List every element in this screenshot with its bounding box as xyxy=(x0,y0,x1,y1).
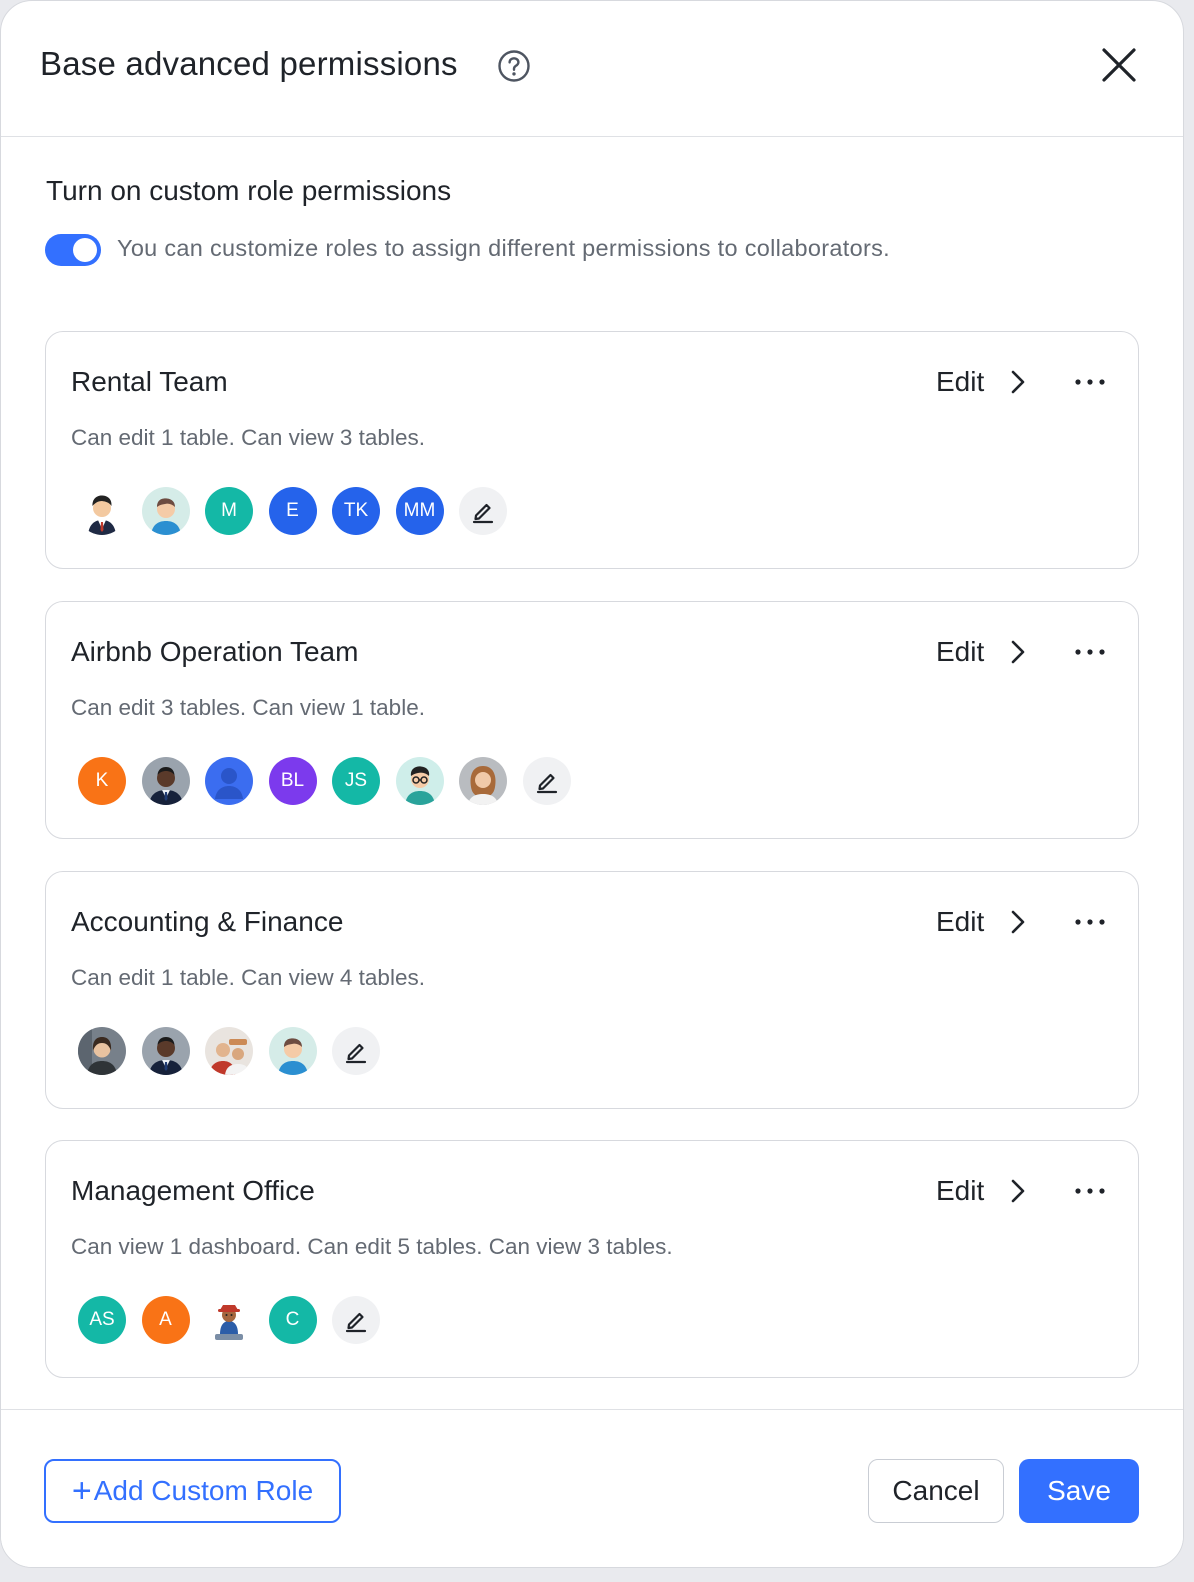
chevron-right-icon xyxy=(998,369,1026,395)
custom-role-section-title: Turn on custom role permissions xyxy=(46,175,452,206)
edit-role-button[interactable]: Edit xyxy=(936,634,1026,670)
woman-office-photo-avatar[interactable] xyxy=(78,1027,126,1075)
toggle-knob xyxy=(73,238,97,262)
plus-icon: + xyxy=(71,1472,92,1510)
add-custom-role-button[interactable]: + Add Custom Role xyxy=(44,1459,341,1523)
dialog-title: Base advanced permissions xyxy=(40,45,458,82)
role-description: Can edit 3 tables. Can view 1 table. xyxy=(71,695,425,720)
help-circle-icon[interactable] xyxy=(497,49,531,83)
permissions-dialog: Base advanced permissions Turn on custom… xyxy=(0,0,1184,1568)
chevron-right-icon xyxy=(998,1178,1026,1204)
edit-role-label: Edit xyxy=(936,906,985,937)
more-options-icon[interactable] xyxy=(1072,638,1108,666)
add-custom-role-label: Add Custom Role xyxy=(93,1475,314,1506)
member-initials-avatar[interactable]: A xyxy=(141,1296,190,1344)
chevron-right-icon xyxy=(998,639,1026,665)
save-button[interactable]: Save xyxy=(1019,1459,1139,1523)
cancel-button[interactable]: Cancel xyxy=(868,1459,1004,1523)
role-name: Accounting & Finance xyxy=(71,906,344,937)
edit-role-button[interactable]: Edit xyxy=(936,364,1026,400)
people-photo-avatar[interactable] xyxy=(205,1027,253,1075)
member-initials-avatar[interactable]: JS xyxy=(332,757,380,805)
member-avatars xyxy=(78,1027,396,1075)
bear-figure-avatar[interactable] xyxy=(205,1296,253,1344)
edit-members-pencil-icon[interactable] xyxy=(522,757,571,805)
member-initials-avatar[interactable]: AS xyxy=(78,1296,126,1344)
edit-members-pencil-icon[interactable] xyxy=(459,487,507,535)
role-name: Management Office xyxy=(71,1175,315,1206)
member-initials-avatar[interactable]: MM xyxy=(395,487,444,535)
default-user-avatar[interactable] xyxy=(205,757,253,805)
role-card: Rental Team Edit Can edit 1 table. Can vie… xyxy=(45,331,1139,569)
edit-role-label: Edit xyxy=(936,366,985,397)
member-avatars: M E TK MM xyxy=(78,487,523,535)
edit-role-label: Edit xyxy=(936,636,985,667)
role-description: Can edit 1 table. Can view 4 tables. xyxy=(71,965,425,990)
role-card: Accounting & Finance Edit Can edit 1 table… xyxy=(45,871,1139,1109)
edit-role-label: Edit xyxy=(936,1175,985,1206)
member-initials-avatar[interactable]: TK xyxy=(332,487,380,535)
dialog-footer: + Add Custom Role Cancel Save xyxy=(1,1409,1183,1567)
member-avatars: AS A C xyxy=(78,1296,396,1344)
member-initials-avatar[interactable]: BL xyxy=(268,757,317,805)
close-icon[interactable] xyxy=(1099,45,1139,85)
role-card: Management Office Edit Can view 1 dashboar… xyxy=(45,1140,1139,1378)
person-cartoon-avatar[interactable] xyxy=(141,487,190,535)
role-description: Can view 1 dashboard. Can edit 5 tables.… xyxy=(71,1234,673,1259)
custom-role-toggle[interactable] xyxy=(45,234,101,266)
man-suit-photo-avatar[interactable] xyxy=(141,1027,190,1075)
custom-role-description: You can customize roles to assign differ… xyxy=(117,235,890,261)
man-suit-avatar[interactable] xyxy=(78,487,126,535)
member-initials-avatar[interactable]: C xyxy=(268,1296,317,1344)
more-options-icon[interactable] xyxy=(1072,908,1108,936)
person-cartoon-avatar[interactable] xyxy=(268,1027,317,1075)
edit-role-button[interactable]: Edit xyxy=(936,1173,1026,1209)
chevron-right-icon xyxy=(998,909,1026,935)
role-name: Airbnb Operation Team xyxy=(71,636,359,667)
role-card: Airbnb Operation Team Edit Can edit 3 tabl… xyxy=(45,601,1139,839)
role-description: Can edit 1 table. Can view 3 tables. xyxy=(71,425,425,450)
woman-photo-avatar[interactable] xyxy=(459,757,507,805)
member-initials-avatar[interactable]: K xyxy=(78,757,126,805)
man-glasses-avatar[interactable] xyxy=(395,757,444,805)
role-name: Rental Team xyxy=(71,366,228,397)
more-options-icon[interactable] xyxy=(1072,368,1108,396)
more-options-icon[interactable] xyxy=(1072,1177,1108,1205)
dialog-header: Base advanced permissions xyxy=(1,1,1183,137)
edit-members-pencil-icon[interactable] xyxy=(332,1296,380,1344)
edit-role-button[interactable]: Edit xyxy=(936,904,1026,940)
member-initials-avatar[interactable]: E xyxy=(268,487,317,535)
member-initials-avatar[interactable]: M xyxy=(205,487,253,535)
edit-members-pencil-icon[interactable] xyxy=(332,1027,380,1075)
man-suit-photo-avatar[interactable] xyxy=(141,757,190,805)
member-avatars: K BL JS xyxy=(78,757,586,805)
